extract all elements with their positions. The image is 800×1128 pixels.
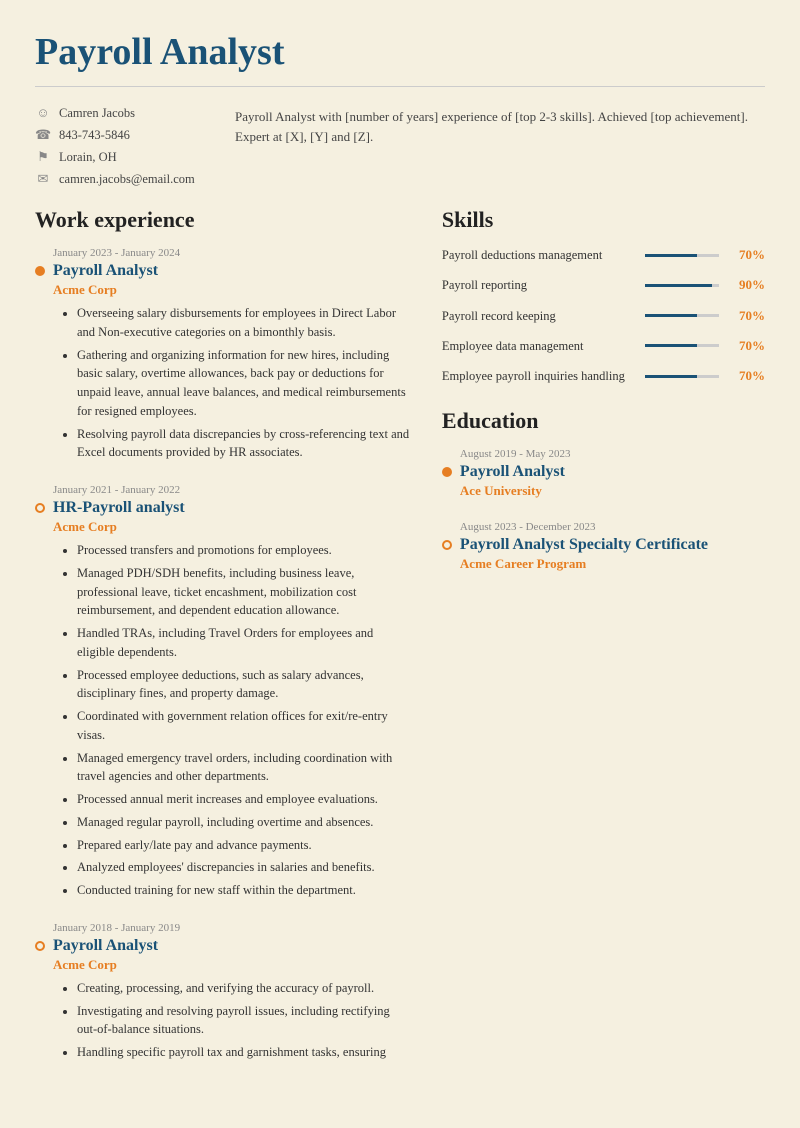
list-item: Conducted training for new staff within … xyxy=(77,881,412,900)
skill-label-5: Employee payroll inquiries handling xyxy=(442,368,637,384)
edu-date-1: August 2019 - May 2023 xyxy=(460,448,765,460)
skill-bar-fill-4 xyxy=(645,344,697,347)
list-item: Managed emergency travel orders, includi… xyxy=(77,749,412,787)
list-item: Processed annual merit increases and emp… xyxy=(77,790,412,809)
work-entry-1: January 2023 - January 2024 Payroll Anal… xyxy=(35,247,412,462)
list-item: Managed PDH/SDH benefits, including busi… xyxy=(77,564,412,620)
skill-bar-fill-5 xyxy=(645,375,697,378)
contact-phone: ☎ 843-743-5846 xyxy=(35,127,205,143)
skill-row-3: Payroll record keeping 70% xyxy=(442,308,765,324)
skill-pct-1: 70% xyxy=(727,247,765,263)
entry-bullets-3: Creating, processing, and verifying the … xyxy=(63,979,412,1062)
entry-date-3: January 2018 - January 2019 xyxy=(53,922,412,934)
work-experience-section: Work experience January 2023 - January 2… xyxy=(35,207,412,1084)
skill-bar-bg-2 xyxy=(645,284,719,287)
summary-text: Payroll Analyst with [number of years] e… xyxy=(235,105,765,187)
edu-date-2: August 2023 - December 2023 xyxy=(460,521,765,533)
skill-bar-fill-2 xyxy=(645,284,712,287)
list-item: Processed employee deductions, such as s… xyxy=(77,666,412,704)
edu-institution-1: Ace University xyxy=(460,483,765,499)
skill-row-1: Payroll deductions management 70% xyxy=(442,247,765,263)
entry-company-3: Acme Corp xyxy=(53,957,412,973)
skill-pct-2: 90% xyxy=(727,277,765,293)
work-experience-title: Work experience xyxy=(35,207,412,233)
skill-label-1: Payroll deductions management xyxy=(442,247,637,263)
entry-title-1: Payroll Analyst xyxy=(53,262,158,280)
entry-title-3: Payroll Analyst xyxy=(53,937,158,955)
skill-row-5: Employee payroll inquiries handling 70% xyxy=(442,368,765,384)
contact-location: ⚑ Lorain, OH xyxy=(35,149,205,165)
list-item: Gathering and organizing information for… xyxy=(77,346,412,421)
list-item: Prepared early/late pay and advance paym… xyxy=(77,836,412,855)
skill-bar-bg-1 xyxy=(645,254,719,257)
entry-company-2: Acme Corp xyxy=(53,519,412,535)
bullet-dot-3 xyxy=(35,941,45,951)
skill-label-3: Payroll record keeping xyxy=(442,308,637,324)
entry-company-1: Acme Corp xyxy=(53,282,412,298)
right-column: Skills Payroll deductions management 70%… xyxy=(442,207,765,1084)
header-divider xyxy=(35,86,765,87)
edu-title-2: Payroll Analyst Specialty Certificate xyxy=(460,536,708,554)
entry-bullets-2: Processed transfers and promotions for e… xyxy=(63,541,412,900)
list-item: Coordinated with government relation off… xyxy=(77,707,412,745)
skill-pct-4: 70% xyxy=(727,338,765,354)
bullet-dot-1 xyxy=(35,266,45,276)
edu-entry-1: August 2019 - May 2023 Payroll Analyst A… xyxy=(442,448,765,499)
list-item: Overseeing salary disbursements for empl… xyxy=(77,304,412,342)
skill-pct-3: 70% xyxy=(727,308,765,324)
entry-bullets-1: Overseeing salary disbursements for empl… xyxy=(63,304,412,462)
skill-bar-bg-4 xyxy=(645,344,719,347)
work-entry-3: January 2018 - January 2019 Payroll Anal… xyxy=(35,922,412,1062)
skill-bar-bg-5 xyxy=(645,375,719,378)
skill-label-4: Employee data management xyxy=(442,338,637,354)
skills-section: Skills Payroll deductions management 70%… xyxy=(442,207,765,384)
list-item: Handling specific payroll tax and garnis… xyxy=(77,1043,412,1062)
contact-email: ✉ camren.jacobs@email.com xyxy=(35,171,205,187)
entry-date-1: January 2023 - January 2024 xyxy=(53,247,412,259)
list-item: Processed transfers and promotions for e… xyxy=(77,541,412,560)
list-item: Analyzed employees' discrepancies in sal… xyxy=(77,858,412,877)
education-title: Education xyxy=(442,408,765,434)
work-entry-2: January 2021 - January 2022 HR-Payroll a… xyxy=(35,484,412,900)
list-item: Managed regular payroll, including overt… xyxy=(77,813,412,832)
edu-institution-2: Acme Career Program xyxy=(460,556,765,572)
edu-title-1: Payroll Analyst xyxy=(460,463,565,481)
edu-bullet-2 xyxy=(442,540,452,550)
entry-title-2: HR-Payroll analyst xyxy=(53,499,185,517)
email-icon: ✉ xyxy=(35,171,51,187)
contact-info: ☺ Camren Jacobs ☎ 843-743-5846 ⚑ Lorain,… xyxy=(35,105,205,187)
page-title: Payroll Analyst xyxy=(35,30,765,74)
list-item: Investigating and resolving payroll issu… xyxy=(77,1002,412,1040)
contact-name: ☺ Camren Jacobs xyxy=(35,105,205,121)
phone-icon: ☎ xyxy=(35,127,51,143)
skill-bar-fill-3 xyxy=(645,314,697,317)
edu-entry-2: August 2023 - December 2023 Payroll Anal… xyxy=(442,521,765,572)
skill-label-2: Payroll reporting xyxy=(442,277,637,293)
skill-bar-fill-1 xyxy=(645,254,697,257)
bullet-dot-2 xyxy=(35,503,45,513)
person-icon: ☺ xyxy=(35,105,51,121)
edu-bullet-1 xyxy=(442,467,452,477)
list-item: Handled TRAs, including Travel Orders fo… xyxy=(77,624,412,662)
location-icon: ⚑ xyxy=(35,149,51,165)
list-item: Creating, processing, and verifying the … xyxy=(77,979,412,998)
skill-bar-bg-3 xyxy=(645,314,719,317)
education-section: Education August 2019 - May 2023 Payroll… xyxy=(442,408,765,572)
skills-title: Skills xyxy=(442,207,765,233)
entry-date-2: January 2021 - January 2022 xyxy=(53,484,412,496)
skill-row-2: Payroll reporting 90% xyxy=(442,277,765,293)
list-item: Resolving payroll data discrepancies by … xyxy=(77,425,412,463)
skill-pct-5: 70% xyxy=(727,368,765,384)
skill-row-4: Employee data management 70% xyxy=(442,338,765,354)
